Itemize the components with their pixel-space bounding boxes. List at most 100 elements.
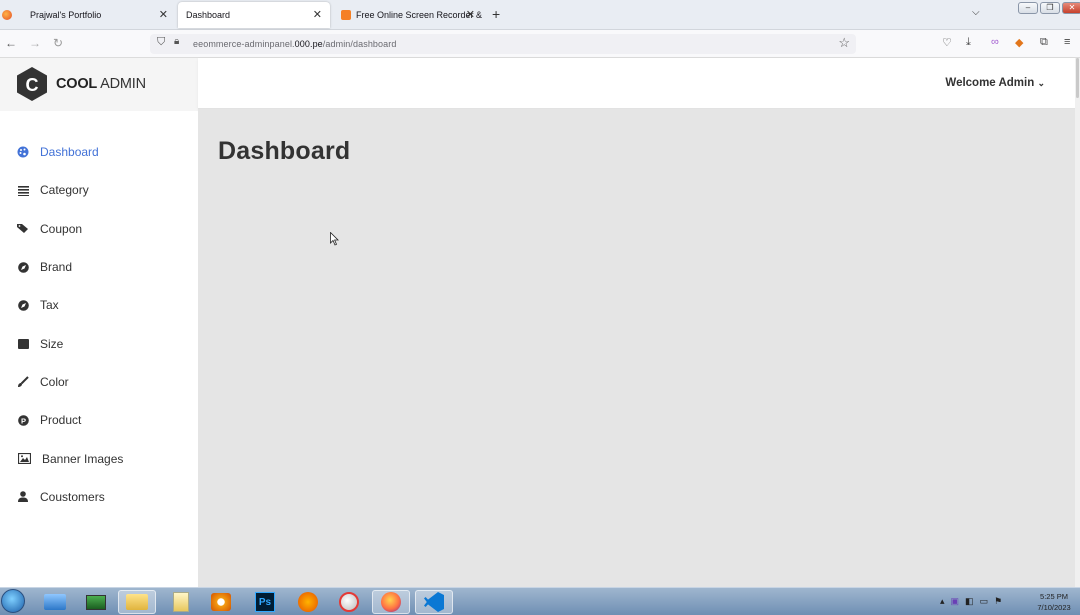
compass-icon (17, 261, 29, 273)
scrollbar[interactable] (1075, 58, 1080, 587)
close-tab-icon[interactable]: ✕ (466, 8, 475, 21)
vscode-icon[interactable] (415, 590, 453, 614)
svg-text:P: P (20, 416, 25, 425)
close-window-icon[interactable]: ✕ (1062, 2, 1080, 14)
notepad-icon[interactable] (162, 590, 200, 614)
tags-icon (17, 223, 29, 235)
tab-title: Free Online Screen Recorder & (356, 10, 483, 20)
sidebar-item-product[interactable]: P Product (0, 401, 198, 439)
sidebar-menu: Dashboard Category Coupon Brand Tax Size… (0, 133, 198, 516)
metamask-icon[interactable]: ◆ (1015, 36, 1023, 49)
url-text[interactable]: eeommerce-adminpanel.000.pe/admin/dashbo… (193, 39, 396, 49)
new-tab-icon[interactable]: + (492, 6, 500, 22)
monitor-icon[interactable] (77, 590, 115, 614)
compass-icon (17, 299, 29, 311)
firefox-icon[interactable] (372, 590, 410, 614)
window-icon (17, 338, 29, 350)
clock-date: 7/10/2023 (1037, 603, 1071, 612)
close-tab-icon[interactable]: ✕ (159, 8, 168, 21)
list-icon (17, 184, 29, 196)
forward-icon[interactable]: → (29, 36, 41, 50)
sidebar-item-label: Dashboard (40, 145, 99, 160)
back-icon[interactable]: ← (5, 36, 17, 50)
tab-dashboard[interactable]: Dashboard ✕ (178, 2, 330, 28)
sidebar-item-coupon[interactable]: Coupon (0, 210, 198, 248)
sidebar-item-label: Color (40, 374, 69, 389)
list-tabs-icon[interactable]: ⌵ (972, 7, 980, 18)
page-title: Dashboard (218, 137, 351, 165)
tab-title: Dashboard (186, 10, 231, 20)
fl-studio-icon[interactable] (289, 590, 327, 614)
system-tray: ▴ ▣ ◧ ▭ ⚑ (940, 596, 1002, 607)
sidebar-item-customers[interactable]: Coustomers (0, 478, 198, 516)
tab-portfolio[interactable]: Prajwal's Portfolio ✕ (22, 2, 176, 28)
logo[interactable]: C COOL ADMIN (0, 58, 198, 111)
tab-screen-recorder[interactable]: Free Online Screen Recorder & ✕ (333, 2, 483, 28)
palette-icon (17, 146, 29, 158)
brush-icon (17, 376, 29, 388)
sidebar-item-label: Coupon (40, 221, 83, 236)
lock-icon[interactable]: 🔒︎ (174, 36, 179, 47)
extension-icon[interactable]: ∞ (991, 36, 999, 48)
account-menu[interactable]: Welcome Admin ⌄ (945, 77, 1045, 89)
paint-icon[interactable] (330, 590, 368, 614)
admin-app: C COOL ADMIN Dashboard Category Coupon B… (0, 58, 1080, 587)
bookmark-star-icon[interactable]: ☆ (838, 35, 850, 51)
sidebar-item-label: Tax (40, 298, 59, 313)
extensions-icon[interactable]: ⧉ (1040, 36, 1048, 49)
shield-icon[interactable]: ⛉ (157, 36, 165, 49)
chevron-down-icon: ⌄ (1037, 78, 1045, 88)
sidebar-item-tax[interactable]: Tax (0, 286, 198, 324)
sidebar-item-label: Brand (40, 260, 73, 275)
media-player-icon[interactable] (202, 590, 240, 614)
top-header: Welcome Admin ⌄ (198, 58, 1075, 109)
mouse-cursor-icon (330, 232, 339, 246)
recorder-favicon-icon (341, 10, 351, 20)
explorer-icon[interactable] (36, 590, 74, 614)
sidebar-item-label: Banner Images (42, 451, 124, 466)
window-controls: – ❐ ✕ (1018, 2, 1080, 14)
address-bar[interactable]: ⛉ 🔒︎ eeommerce-adminpanel.000.pe/admin/d… (150, 34, 856, 54)
sidebar-item-banner-images[interactable]: Banner Images (0, 439, 198, 477)
display-icon[interactable]: ▭ (980, 596, 989, 607)
hamburger-menu-icon[interactable]: ≡ (1064, 36, 1070, 48)
start-button[interactable] (1, 589, 25, 613)
windows-taskbar: Ps ▴ ▣ ◧ ▭ ⚑ 5:25 PM 7/10/2023 (0, 587, 1080, 615)
network-icon[interactable]: ◧ (965, 596, 974, 607)
scrollbar-thumb[interactable] (1076, 58, 1079, 98)
pocket-icon[interactable]: ♡ (942, 36, 952, 49)
download-icon[interactable]: ⤓ (966, 36, 971, 49)
sidebar-item-label: Product (40, 413, 82, 428)
sidebar-item-color[interactable]: Color (0, 363, 198, 401)
firefox-menu-icon[interactable] (2, 10, 12, 20)
tab-title: Prajwal's Portfolio (30, 10, 102, 20)
show-hidden-icons-icon[interactable]: ▴ (940, 596, 945, 607)
user-icon (17, 491, 29, 503)
reload-icon[interactable]: ↻ (53, 36, 63, 50)
flag-icon[interactable]: ⚑ (994, 596, 1002, 607)
sidebar-item-dashboard[interactable]: Dashboard (0, 133, 198, 171)
sidebar-item-size[interactable]: Size (0, 324, 198, 362)
browser-tab-bar: Prajwal's Portfolio ✕ Dashboard ✕ Free O… (0, 0, 1080, 30)
sidebar-item-brand[interactable]: Brand (0, 248, 198, 286)
sidebar-item-label: Category (40, 183, 89, 198)
sidebar-item-label: Size (40, 336, 64, 351)
photoshop-icon[interactable]: Ps (246, 590, 284, 614)
close-tab-icon[interactable]: ✕ (313, 8, 322, 21)
sidebar-item-label: Coustomers (40, 489, 105, 504)
restore-icon[interactable]: ❐ (1040, 2, 1060, 14)
images-icon (17, 453, 31, 465)
logo-text: COOL ADMIN (56, 76, 146, 92)
clock-time: 5:25 PM (1040, 592, 1068, 601)
browser-nav-bar: ← → ↻ ⛉ 🔒︎ eeommerce-adminpanel.000.pe/a… (0, 30, 1080, 58)
svg-text:C: C (26, 75, 39, 95)
product-icon: P (17, 414, 29, 426)
clock[interactable]: 5:25 PM 7/10/2023 (1030, 591, 1078, 613)
main-content: Dashboard (198, 109, 1075, 587)
sidebar-item-category[interactable]: Category (0, 171, 198, 209)
sidebar: C COOL ADMIN Dashboard Category Coupon B… (0, 58, 198, 587)
minimize-icon[interactable]: – (1018, 2, 1038, 14)
screen-recorder-tray-icon[interactable]: ▣ (951, 596, 960, 607)
hexagon-logo-icon: C (17, 67, 47, 101)
folder-icon[interactable] (118, 590, 156, 614)
